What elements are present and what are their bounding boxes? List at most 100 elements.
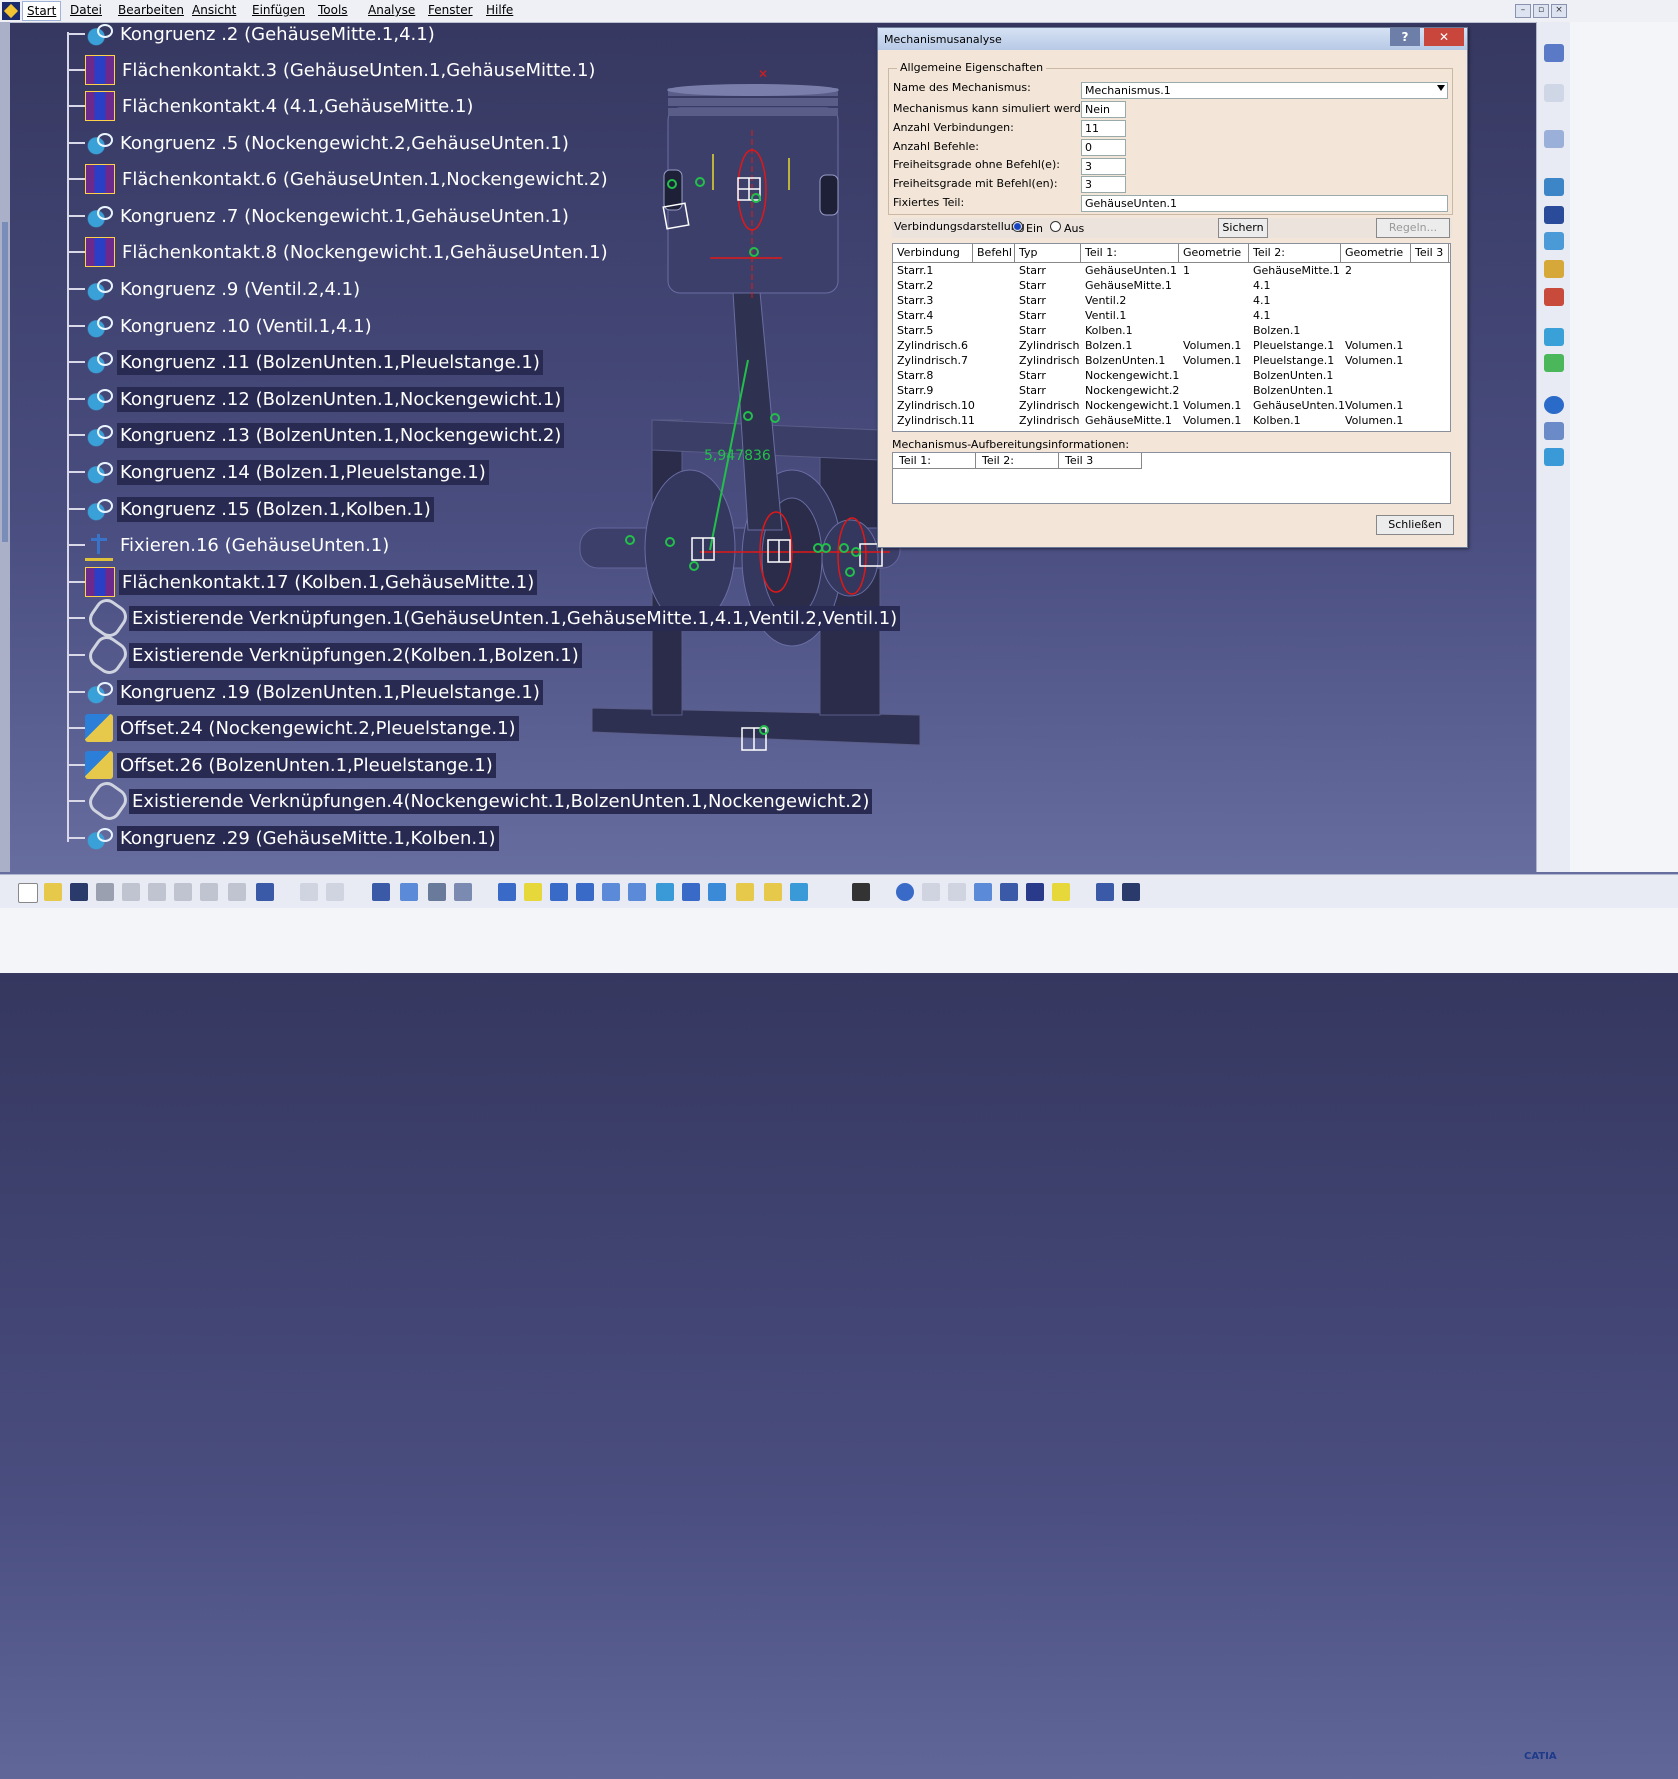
tree-item[interactable]: Kongruenz .5 (Nockengewicht.2,GehäuseUnt… [67,125,572,161]
toolbar-icon-3[interactable] [1544,130,1564,148]
menu-einfuegen[interactable]: Einfügen [252,3,305,17]
annotation-icon[interactable] [326,883,344,901]
toolbar-icon-b7[interactable] [1096,883,1114,901]
toolbar-icon-b2[interactable] [428,883,446,901]
table-row[interactable]: Zylindrisch.7 Zylindrisch BolzenUnten.1 Vol… [893,354,1450,369]
iso-view-icon[interactable] [708,883,726,901]
toolbar-icon-4[interactable] [1544,178,1564,196]
toolbar-icon-12[interactable] [1544,422,1564,440]
pan-icon[interactable] [550,883,568,901]
save-icon[interactable] [70,883,88,901]
col-teil3[interactable]: Teil 3 [1411,244,1449,262]
table-row[interactable]: Starr.5 Starr Kolben.1 Bolzen.1 [893,324,1450,339]
target-icon[interactable] [896,883,914,901]
paste-icon[interactable] [174,883,192,901]
rotate-icon[interactable] [576,883,594,901]
tree-item[interactable]: Existierende Verknüpfungen.2(Kolben.1,Bo… [67,631,582,679]
toolbar-icon-b3[interactable] [454,883,472,901]
save-button[interactable]: Sichern [1218,218,1268,238]
table-row[interactable]: Starr.8 Starr Nockengewicht.1 BolzenUnten.1 [893,369,1450,384]
table-icon[interactable] [372,883,390,901]
normal-view-icon[interactable] [656,883,674,901]
tree-scrollbar[interactable] [0,22,10,872]
mechanism-analysis-dialog[interactable]: Mechanismusanalyse ? ✕ Allgemeine Eigens… [877,27,1468,548]
select-arrow-icon[interactable] [1544,84,1564,102]
close-dialog-button[interactable]: Schließen [1376,515,1454,535]
tree-item[interactable]: Kongruenz .29 (GehäuseMitte.1,Kolben.1) [67,820,499,856]
print-icon[interactable] [96,883,114,901]
tree-item[interactable]: Kongruenz .9 (Ventil.2,4.1) [67,271,363,307]
tree-item[interactable]: Flächenkontakt.17 (Kolben.1,GehäuseMitte… [67,564,538,600]
radio-on[interactable] [1012,221,1023,232]
open-folder-icon[interactable] [44,883,62,901]
step-back-icon[interactable] [922,883,940,901]
toolbar-icon-b5[interactable] [1026,883,1044,901]
col-verbindung[interactable]: Verbindung [893,244,973,262]
search-icon[interactable] [974,883,992,901]
toolbar-icon-6[interactable] [1544,232,1564,250]
new-document-icon[interactable] [18,883,38,903]
menu-fenster[interactable]: Fenster [428,3,473,17]
menu-bearbeiten[interactable]: Bearbeiten [118,3,184,17]
menu-hilfe[interactable]: Hilfe [486,3,513,17]
table-row[interactable]: Starr.2 Starr GehäuseMitte.1 4.1 [893,279,1450,294]
info-col-teil2[interactable]: Teil 2: [976,453,1059,469]
minimize-icon[interactable]: – [1515,4,1531,18]
toolbar-icon-11[interactable] [1544,396,1564,414]
col-geometrie2[interactable]: Geometrie 2 [1341,244,1411,277]
radio-off[interactable] [1050,221,1061,232]
table-row[interactable]: Starr.4 Starr Ventil.1 4.1 [893,309,1450,324]
col-teil2[interactable]: Teil 2: [1249,244,1341,262]
tree-item[interactable]: Kongruenz .19 (BolzenUnten.1,Pleuelstang… [67,674,543,710]
menu-datei[interactable]: Datei [70,3,102,17]
col-typ[interactable]: Typ [1015,244,1081,262]
tree-item[interactable]: Flächenkontakt.8 (Nockengewicht.1,Gehäus… [67,234,611,270]
scrollbar-thumb[interactable] [2,222,8,542]
table-row[interactable]: Starr.1 Starr GehäuseUnten.1 GehäuseMitte.1 [893,264,1450,279]
toolbar-icon-5[interactable] [1544,206,1564,224]
chevron-down-icon[interactable] [1437,85,1445,91]
toolbar-icon-b1[interactable] [400,883,418,901]
table-row[interactable]: Zylindrisch.10 Zylindrisch Nockengewicht.1… [893,399,1450,414]
step-forward-icon[interactable] [948,883,966,901]
restore-icon[interactable]: ▫ [1533,4,1549,18]
formula-icon[interactable] [300,883,318,901]
menu-ansicht[interactable]: Ansicht [192,3,236,17]
tree-item[interactable]: Flächenkontakt.4 (4.1,GehäuseMitte.1) [67,88,476,124]
dialog-close-button[interactable]: ✕ [1424,28,1464,46]
catia-app-icon[interactable] [2,2,20,20]
toolbar-icon-1[interactable] [1544,44,1564,62]
toolbar-icon-13[interactable] [1544,448,1564,466]
swap-visible-icon[interactable] [790,883,808,901]
tree-item[interactable]: Offset.24 (Nockengewicht.2,Pleuelstange.… [67,710,519,746]
joints-table[interactable]: Verbindung Befehl Typ Teil 1: Geometrie … [892,243,1451,432]
tree-item[interactable]: Kongruenz .2 (GehäuseMitte.1,4.1) [67,16,438,52]
toolbar-icon-b4[interactable] [1000,883,1018,901]
tree-item[interactable]: Flächenkontakt.3 (GehäuseUnten.1,Gehäuse… [67,52,598,88]
redo-icon[interactable] [228,883,246,901]
menu-start[interactable]: Start [22,1,62,21]
tree-item[interactable]: Kongruenz .14 (Bolzen.1,Pleuelstange.1) [67,454,489,490]
hide-show-icon[interactable] [764,883,782,901]
table-row[interactable]: Starr.3 Starr Ventil.2 4.1 [893,294,1450,309]
col-befehl[interactable]: Befehl [973,244,1015,262]
help-button[interactable]: ? [1390,28,1420,46]
tree-item[interactable]: Kongruenz .7 (Nockengewicht.1,GehäuseUnt… [67,198,572,234]
fly-mode-icon[interactable] [498,883,516,901]
undo-icon[interactable] [200,883,218,901]
tree-item[interactable]: Kongruenz .13 (BolzenUnten.1,Nockengewic… [67,417,565,453]
cut-icon[interactable] [122,883,140,901]
info-col-teil1[interactable]: Teil 1: [893,453,976,469]
toolbar-icon-10[interactable] [1544,354,1564,372]
tree-item[interactable]: Offset.26 (BolzenUnten.1,Pleuelstange.1) [67,747,496,783]
tools-icon[interactable] [1544,288,1564,306]
info-col-teil3[interactable]: Teil 3 [1059,453,1142,469]
zoom-out-icon[interactable] [628,883,646,901]
toolbar-icon-b8[interactable] [1122,883,1140,901]
processing-info-table[interactable]: Teil 1: Teil 2: Teil 3 [892,452,1451,504]
menu-analyse[interactable]: Analyse [368,3,415,17]
col-geometrie1[interactable]: Geometrie 1 [1179,244,1249,277]
toolbar-icon-b6[interactable] [1052,883,1070,901]
tree-item[interactable]: Flächenkontakt.6 (GehäuseUnten.1,Nockeng… [67,161,611,197]
specification-tree[interactable]: Kongruenz .2 (GehäuseMitte.1,4.1) Fläche… [20,20,901,872]
